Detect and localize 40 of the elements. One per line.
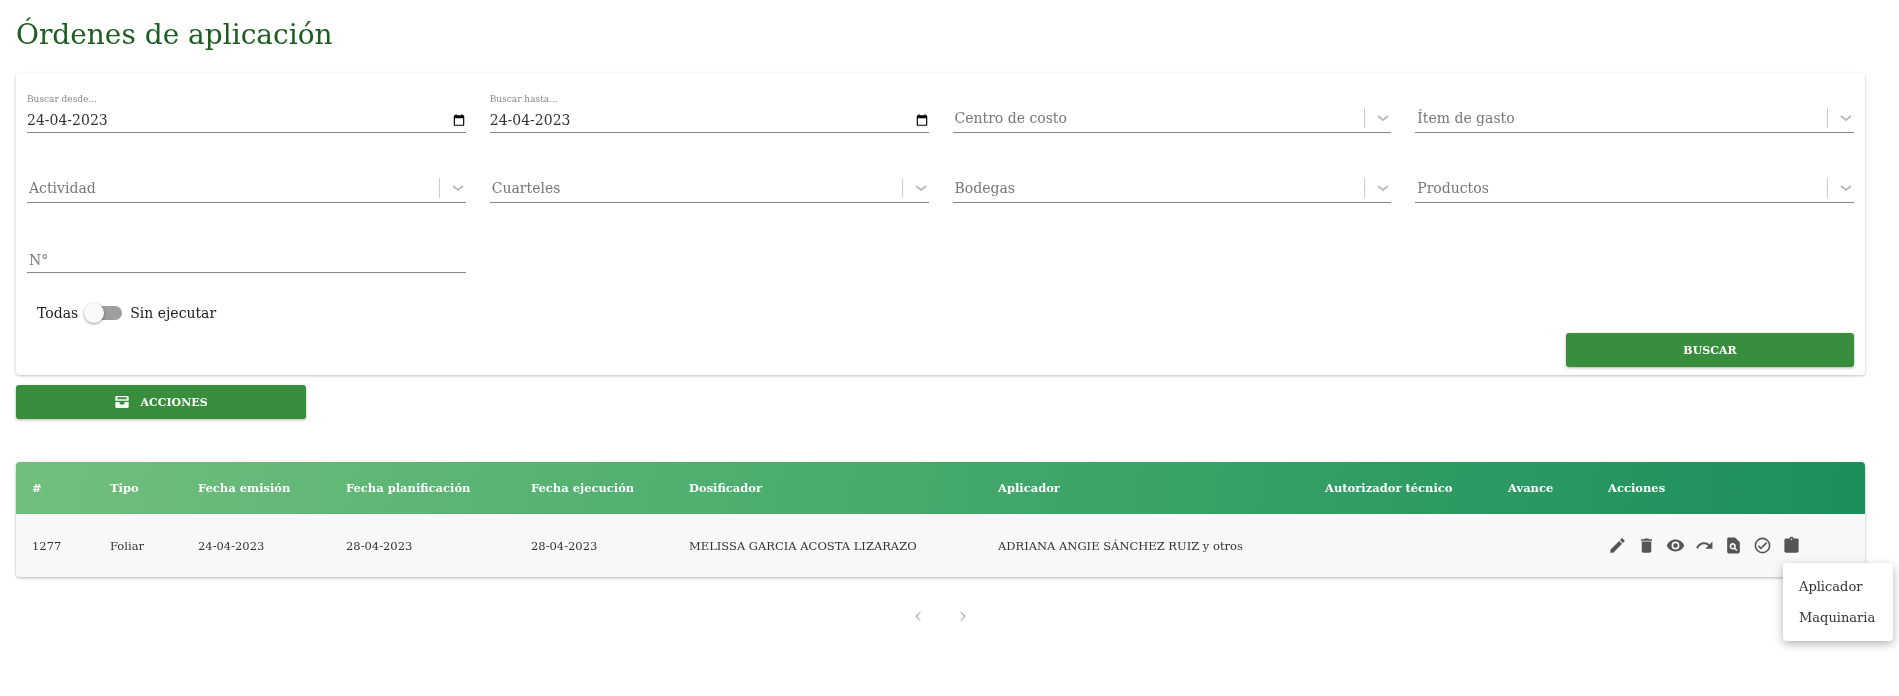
column-header: Aplicador	[982, 462, 1309, 514]
column-header: Fecha ejecución	[515, 462, 673, 514]
menu-item[interactable]: Maquinaria	[1783, 602, 1893, 633]
column-header: Autorizador técnico	[1309, 462, 1492, 514]
select-field[interactable]: Actividad	[27, 153, 466, 203]
table-cell: 1277	[32, 538, 62, 553]
table-cell: 24-04-2023	[198, 538, 265, 553]
column-header: Avance	[1492, 462, 1592, 514]
number-field[interactable]: N°	[27, 223, 466, 273]
pencil-icon[interactable]	[1608, 536, 1627, 555]
inbox-tray-icon	[114, 394, 131, 410]
toggle-switch[interactable]	[86, 306, 123, 320]
date-field[interactable]: Buscar desde... 24-04-2023	[27, 83, 466, 133]
column-header: Fecha emisión	[182, 462, 330, 514]
search-button[interactable]: BUSCAR	[1566, 333, 1854, 367]
column-header: Acciones	[1592, 462, 1865, 514]
calendar-icon[interactable]	[451, 113, 466, 127]
table-cell: ADRIANA ANGIE SÁNCHEZ RUIZ y otros	[998, 538, 1243, 553]
actions-button[interactable]: ACCIONES	[16, 385, 306, 419]
table-cell: MELISSA GARCIA ACOSTA LIZARAZO	[689, 538, 917, 553]
table-cell: 28-04-2023	[346, 538, 413, 553]
table-cell: 28-04-2023	[531, 538, 598, 553]
menu-item[interactable]: Aplicador	[1783, 571, 1893, 602]
column-header: Dosificador	[673, 462, 982, 514]
column-header: Tipo	[94, 462, 182, 514]
select-field[interactable]: Productos	[1415, 153, 1854, 203]
column-header: #	[16, 462, 94, 514]
toggle-label: Todas	[37, 305, 79, 321]
select-field[interactable]: Ítem de gasto	[1415, 83, 1854, 133]
page-title: Órdenes de aplicación	[16, 18, 334, 51]
select-field[interactable]: Cuarteles	[489, 153, 929, 203]
document-search-icon[interactable]	[1724, 536, 1743, 555]
clipboard-icon[interactable]	[1782, 536, 1801, 555]
table-cell: Foliar	[110, 538, 144, 553]
date-field[interactable]: Buscar hasta... 24-04-2023	[489, 83, 929, 133]
column-header: Fecha planificación	[330, 462, 515, 514]
select-field[interactable]: Centro de costo	[952, 83, 1392, 133]
select-field[interactable]: Bodegas	[952, 153, 1392, 203]
toggle-label: Sin ejecutar	[130, 305, 217, 321]
calendar-icon[interactable]	[914, 113, 929, 127]
